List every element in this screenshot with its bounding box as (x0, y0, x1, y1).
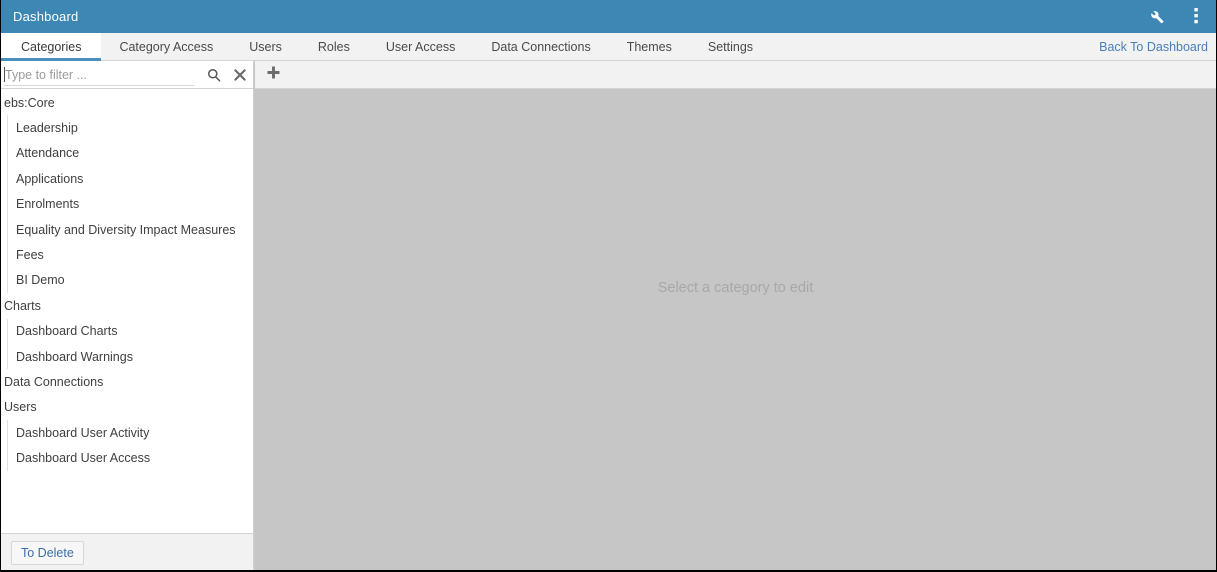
list-item-label: Leadership (16, 121, 78, 136)
list-item-label: Fees (16, 248, 44, 263)
list-item[interactable]: Dashboard Warnings (1, 343, 253, 370)
list-item-label: ebs:Core (4, 95, 55, 110)
tab-label: Data Connections (491, 39, 591, 54)
list-item[interactable]: Data Connections (1, 369, 253, 394)
list-item[interactable]: Fees (1, 242, 253, 269)
to-delete-button[interactable]: To Delete (11, 541, 84, 565)
clear-icon[interactable] (227, 61, 253, 89)
list-item[interactable]: Dashboard User Activity (1, 420, 253, 446)
wrench-icon[interactable] (1147, 8, 1165, 26)
panel-footer: To Delete (1, 533, 253, 570)
tab-category-access[interactable]: Category Access (101, 33, 231, 60)
list-item-label: Enrolments (16, 197, 80, 212)
tab-label: Settings (707, 39, 754, 54)
tab-settings[interactable]: Settings (690, 33, 771, 60)
add-category-button[interactable] (255, 61, 291, 88)
list-item-label: Applications (16, 171, 84, 186)
title-bar-actions (1147, 8, 1205, 26)
list-item[interactable]: Leadership (1, 115, 253, 142)
tab-label: Themes (626, 39, 672, 54)
list-item-label: Dashboard Charts (16, 324, 118, 339)
plus-icon (266, 65, 280, 84)
tab-roles[interactable]: Roles (300, 33, 368, 60)
content-placeholder: Select a category to edit (657, 279, 814, 296)
list-item-label: Equality and Diversity Impact Measures (16, 222, 236, 237)
filter-underline (4, 84, 195, 86)
list-item[interactable]: BI Demo (1, 267, 253, 294)
list-item[interactable]: Dashboard User Access (1, 445, 253, 472)
back-to-dashboard-link[interactable]: Back To Dashboard (1099, 33, 1216, 60)
tab-categories[interactable]: Categories (1, 33, 102, 61)
search-icon[interactable] (201, 61, 227, 89)
tab-strip: Categories Category Access Users Roles U… (1, 33, 1216, 61)
category-panel: ebs:Core Leadership Attendance Applicati… (1, 61, 254, 570)
tab-label: Roles (317, 39, 350, 54)
app-window: Dashboard Categories Category Access Use… (0, 0, 1217, 572)
list-item-label: BI Demo (16, 273, 65, 288)
tab-data-connections[interactable]: Data Connections (473, 33, 608, 60)
list-item[interactable]: Users (1, 395, 253, 420)
title-bar: Dashboard (1, 0, 1216, 33)
list-item-label: Users (4, 400, 37, 415)
tab-label: User Access (385, 39, 456, 54)
more-vertical-icon[interactable] (1187, 8, 1205, 26)
list-item[interactable]: Enrolments (1, 191, 253, 218)
tab-label: Categories (21, 39, 82, 54)
text-caret (4, 66, 5, 82)
list-item-label: Dashboard User Activity (16, 425, 150, 440)
editor-toolbar (255, 61, 1216, 89)
list-item[interactable]: Applications (1, 166, 253, 192)
list-item-label: Dashboard Warnings (16, 349, 133, 364)
list-item-label: Charts (4, 298, 41, 313)
list-item[interactable]: Dashboard Charts (1, 318, 253, 345)
tab-users[interactable]: Users (231, 33, 300, 60)
list-item[interactable]: Equality and Diversity Impact Measures (1, 216, 253, 243)
back-to-dashboard-label: Back To Dashboard (1099, 39, 1208, 54)
list-item[interactable]: Attendance (1, 140, 253, 167)
filter-bar (1, 61, 253, 89)
list-item[interactable]: ebs:Core (1, 90, 253, 115)
tab-label: Category Access (119, 39, 214, 54)
category-tree[interactable]: ebs:Core Leadership Attendance Applicati… (1, 90, 253, 533)
tab-label: Users (249, 39, 282, 54)
filter-input[interactable] (1, 63, 201, 86)
tab-themes[interactable]: Themes (609, 33, 690, 60)
filter-input-wrap (1, 61, 201, 89)
list-item[interactable]: Charts (1, 293, 253, 318)
editor-content: Select a category to edit (255, 89, 1216, 570)
list-item-label: Attendance (16, 146, 80, 161)
list-item-label: Data Connections (4, 374, 104, 389)
app-title: Dashboard (13, 9, 79, 24)
list-item-label: Dashboard User Access (16, 451, 151, 466)
tab-user-access[interactable]: User Access (368, 33, 473, 60)
